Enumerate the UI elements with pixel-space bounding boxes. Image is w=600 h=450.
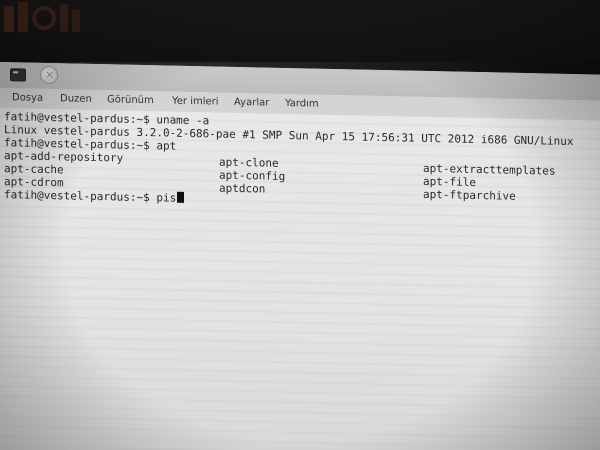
close-button[interactable]: ×	[40, 65, 58, 85]
close-icon: ×	[45, 67, 55, 82]
completion-item: aptdcon	[219, 181, 266, 196]
completion-item: apt-ftparchive	[423, 187, 516, 203]
terminal-window: × Dosya Duzen Görünüm Yer imleri Ayarlar…	[0, 62, 600, 450]
current-input: fatih@vestel-pardus:~$ pis	[4, 188, 177, 205]
completion-item: apt-cdrom	[4, 175, 64, 190]
menu-dosya[interactable]: Dosya	[12, 92, 43, 104]
completion-item: apt-file	[423, 174, 476, 189]
terminal-icon	[10, 68, 26, 82]
photo-frame: × Dosya Duzen Görünüm Yer imleri Ayarlar…	[0, 0, 600, 450]
menu-gorunum[interactable]: Görünüm	[107, 94, 154, 106]
menu-yardim[interactable]: Yardım	[285, 98, 319, 110]
terminal-output[interactable]: fatih@vestel-pardus:~$ uname -a Linux ve…	[0, 108, 600, 450]
text-cursor	[177, 191, 185, 203]
menu-duzen[interactable]: Duzen	[60, 93, 92, 105]
menu-ayarlar[interactable]: Ayarlar	[234, 97, 269, 109]
completion-item: apt-clone	[219, 155, 279, 170]
desktop-logo	[4, 0, 84, 36]
terminal-prompt-line[interactable]: fatih@vestel-pardus:~$ pis	[4, 188, 185, 205]
desktop-background	[0, 0, 600, 62]
completion-item: apt-cache	[4, 162, 64, 177]
menu-yer-imleri[interactable]: Yer imleri	[172, 96, 219, 108]
